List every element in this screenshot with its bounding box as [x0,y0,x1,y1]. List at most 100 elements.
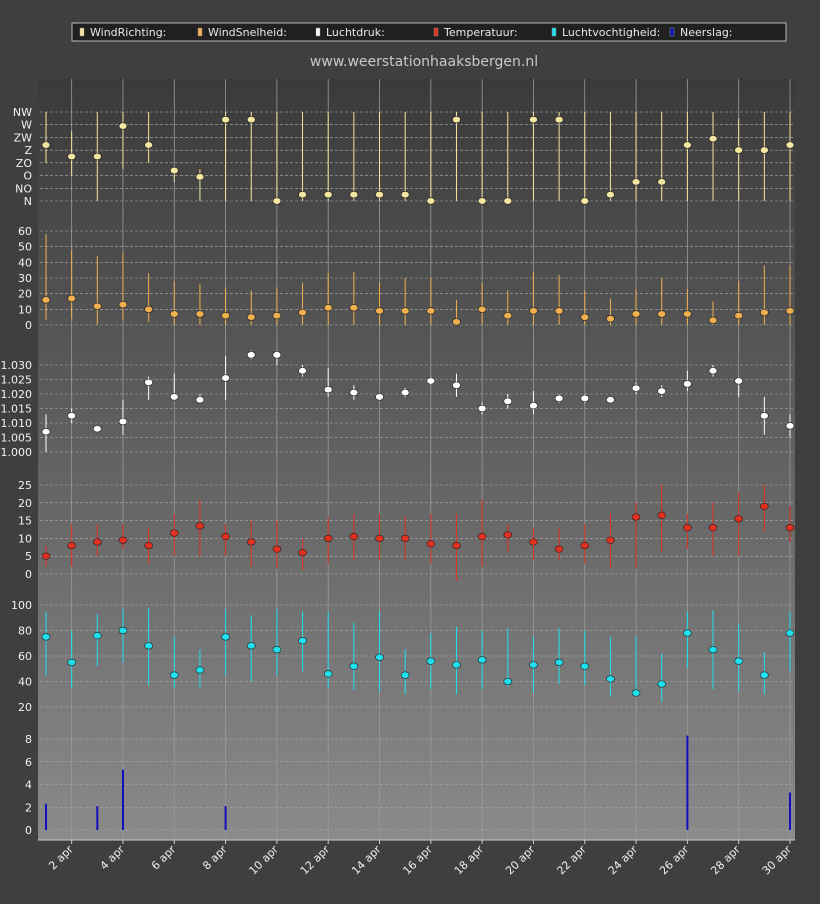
legend-label: Luchtdruk: [326,26,385,39]
y-tick-label: 20 [18,701,32,714]
data-point [529,307,538,315]
data-point [93,425,102,433]
data-point [144,541,153,550]
data-point [554,658,564,666]
data-point [323,670,333,678]
data-point [657,511,667,519]
y-tick-label: ZW [14,131,33,144]
data-point [118,417,128,426]
data-point [503,677,513,686]
data-point [221,533,230,541]
data-point [734,515,743,523]
data-point [580,662,590,670]
legend-box [71,22,787,42]
legend-label: WindSnelheid: [208,26,287,39]
y-tick-label: 80 [18,625,32,638]
y-tick-label: 10 [18,532,32,545]
data-point [41,552,51,560]
y-tick-label: 60 [18,225,32,238]
data-point [349,662,359,670]
data-point [554,116,564,124]
data-point [323,534,333,543]
data-point [426,657,436,665]
data-point [683,524,692,532]
data-point [631,310,641,318]
data-point [452,541,461,550]
y-tick-label: O [23,170,32,183]
data-point [452,381,461,389]
rain-bar [789,792,791,830]
data-point [400,307,410,315]
data-point [708,367,718,375]
data-point [298,637,307,645]
data-point [93,152,102,161]
data-point [41,296,51,304]
data-point [41,633,51,641]
data-point [708,524,718,532]
chart-svg: WindRichting: WindSnelheid: Luchtdruk: Temp… [0,0,820,900]
y-tick-label: 20 [18,288,32,301]
y-tick-label: 1.025 [1,374,33,387]
data-point [221,312,230,320]
legend-label: Luchtvochtigheid: [562,26,660,39]
data-point [195,522,205,530]
data-point [503,312,513,320]
data-point [349,191,359,199]
legend-item: WindSnelheid: [197,26,287,39]
data-point [760,412,769,420]
data-point [272,646,282,654]
data-point [298,191,307,199]
y-tick-label: 6 [25,756,32,769]
data-point [41,428,51,436]
data-point [606,675,615,683]
y-tick-label: 0 [25,319,32,332]
y-tick-label: N [24,195,32,208]
data-point [708,135,718,143]
data-point [477,656,487,664]
data-point [195,666,205,674]
data-point [400,534,410,543]
data-point [631,178,641,186]
data-point [683,310,692,318]
y-tick-label: 1.010 [1,417,33,430]
data-point [144,141,153,149]
data-point [93,538,102,546]
data-point [580,541,590,550]
data-point [657,680,667,688]
data-point [477,197,487,205]
rain-bar [45,803,47,830]
legend-swatch [669,27,675,37]
data-point [323,304,333,312]
data-point [708,316,718,324]
y-tick-label: 1.015 [1,403,33,416]
data-point [169,671,179,679]
legend-item: WindRichting: [79,26,166,39]
data-point [144,305,153,313]
data-point [554,394,564,402]
data-point [221,116,230,124]
data-point [683,629,692,637]
data-point [298,308,307,317]
data-point [221,374,230,382]
data-point [606,396,615,404]
data-point [785,629,795,637]
data-point [400,671,410,679]
legend-item: Luchtvochtigheid: [551,26,660,39]
data-point [760,308,769,317]
data-point [477,404,487,413]
data-point [760,146,769,154]
data-point [169,166,179,175]
data-point [169,529,179,537]
data-point [375,653,384,661]
data-point [118,536,128,544]
data-point [734,312,743,320]
data-point [606,536,615,544]
y-tick-label: 8 [25,733,32,746]
y-tick-label: 50 [18,241,32,254]
rain-bar [224,806,227,830]
legend-swatch [79,27,85,37]
data-point [246,642,256,650]
y-tick-label: 1.000 [1,446,33,459]
data-point [760,502,769,510]
data-point [246,116,256,124]
